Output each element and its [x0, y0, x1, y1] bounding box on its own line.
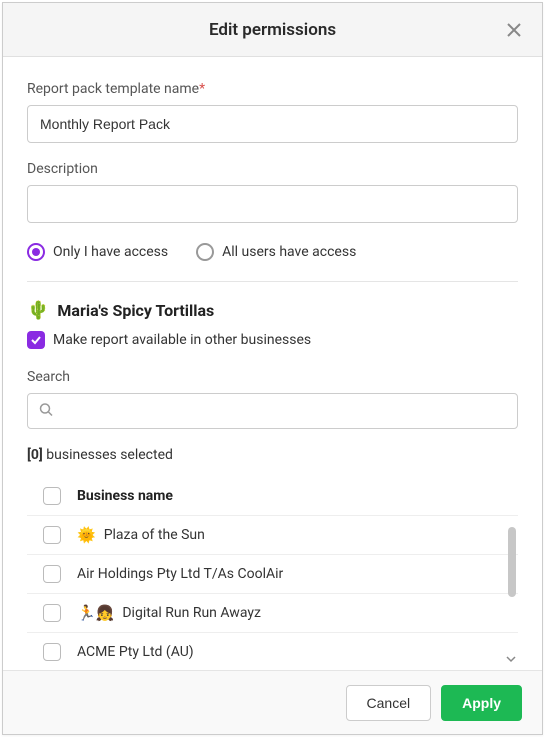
radio-only-me[interactable]: Only I have access [27, 243, 168, 261]
modal-body: Report pack template name* Description O… [3, 57, 542, 670]
row-business-name: Plaza of the Sun [104, 527, 205, 543]
description-label: Description [27, 161, 518, 177]
row-checkbox[interactable] [43, 643, 61, 661]
modal-header: Edit permissions [3, 3, 542, 57]
scrollbar-thumb[interactable] [508, 527, 516, 597]
required-indicator: * [199, 81, 205, 97]
radio-label: All users have access [222, 244, 356, 260]
radio-label: Only I have access [53, 244, 168, 260]
select-all-checkbox[interactable] [43, 487, 61, 505]
selected-count: [0] businesses selected [27, 447, 518, 463]
name-label: Report pack template name* [27, 81, 518, 97]
row-checkbox[interactable] [43, 604, 61, 622]
column-header-business-name: Business name [77, 488, 173, 504]
sun-icon: 🌞 [77, 526, 96, 544]
table-header-row: Business name [27, 477, 518, 515]
table-row[interactable]: 🌞 Plaza of the Sun [27, 515, 518, 554]
divider [27, 281, 518, 282]
row-business-name: Digital Run Run Awayz [122, 605, 261, 621]
modal-footer: Cancel Apply [3, 670, 542, 734]
close-button[interactable] [502, 18, 526, 42]
scroll-down-icon[interactable] [506, 649, 516, 668]
row-business-name: ACME Pty Ltd (AU) [77, 644, 194, 660]
share-label: Make report available in other businesse… [53, 332, 311, 348]
business-name: Maria's Spicy Tortillas [57, 301, 214, 320]
row-checkbox[interactable] [43, 565, 61, 583]
business-table: Business name 🌞 Plaza of the Sun Air Hol… [27, 477, 518, 670]
close-icon [507, 23, 521, 37]
access-radio-group: Only I have access All users have access [27, 243, 518, 261]
table-row[interactable]: 🏃👧 Digital Run Run Awayz [27, 593, 518, 632]
cactus-icon: 🌵 [27, 300, 49, 321]
people-icon: 🏃👧 [77, 604, 114, 622]
radio-all-users[interactable]: All users have access [196, 243, 356, 261]
table-row[interactable]: ACME Pty Ltd (AU) [27, 632, 518, 670]
template-name-input[interactable] [27, 105, 518, 143]
radio-icon [196, 243, 214, 261]
description-input[interactable] [27, 185, 518, 223]
modal-title: Edit permissions [209, 20, 336, 40]
row-business-name: Air Holdings Pty Ltd T/As CoolAir [77, 566, 283, 582]
search-input[interactable] [27, 393, 518, 429]
share-checkbox-row[interactable]: Make report available in other businesse… [27, 331, 518, 349]
search-icon [39, 402, 53, 421]
apply-button[interactable]: Apply [441, 685, 522, 721]
business-header: 🌵 Maria's Spicy Tortillas [27, 300, 518, 321]
checkbox-checked-icon [27, 331, 45, 349]
edit-permissions-modal: Edit permissions Report pack template na… [2, 2, 543, 735]
radio-icon [27, 243, 45, 261]
search-label: Search [27, 369, 518, 385]
table-row[interactable]: Air Holdings Pty Ltd T/As CoolAir [27, 554, 518, 593]
row-checkbox[interactable] [43, 526, 61, 544]
search-wrap [27, 393, 518, 429]
cancel-button[interactable]: Cancel [346, 685, 432, 721]
